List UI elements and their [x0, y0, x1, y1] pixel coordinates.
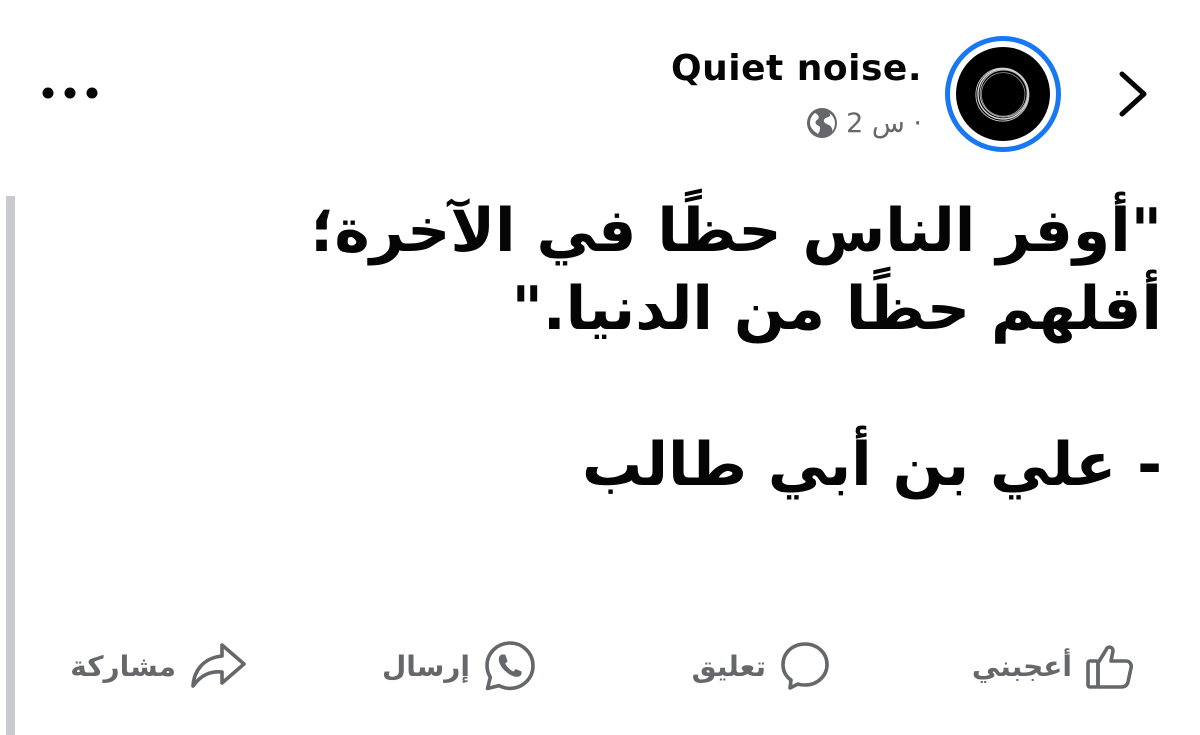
like-label: أعجبني [971, 649, 1072, 683]
post-header: Quiet noise. 2 س · [0, 0, 1200, 170]
post-actions-bar: أعجبني تعليق إرسال مشاركة [0, 626, 1200, 706]
author-name[interactable]: Quiet noise. [671, 48, 922, 89]
more-horizontal-icon [42, 87, 98, 99]
comment-button[interactable]: تعليق [692, 626, 832, 706]
post-meta: 2 س · [806, 106, 922, 140]
globe-icon [807, 108, 838, 138]
send-button[interactable]: إرسال [382, 626, 538, 706]
comment-label: تعليق [691, 649, 766, 683]
share-label: مشاركة [70, 649, 176, 683]
whatsapp-icon [485, 641, 535, 691]
post-time[interactable]: 2 س · [846, 108, 922, 139]
chevron-right-icon [1119, 71, 1147, 117]
scribble-circle-icon [975, 67, 1030, 122]
share-icon [191, 643, 246, 688]
avatar[interactable] [945, 36, 1061, 152]
thumbs-up-icon [1086, 645, 1134, 689]
avatar-image [956, 47, 1050, 141]
share-button[interactable]: مشاركة [70, 626, 248, 706]
post-text: "أوفر الناس حظًا في الآخرة؛ أقلهم حظًا م… [310, 196, 1162, 500]
like-button[interactable]: أعجبني [972, 626, 1136, 706]
comment-icon [781, 642, 829, 690]
send-label: إرسال [381, 649, 470, 683]
back-button[interactable] [1108, 62, 1158, 126]
more-options-button[interactable] [36, 76, 106, 110]
